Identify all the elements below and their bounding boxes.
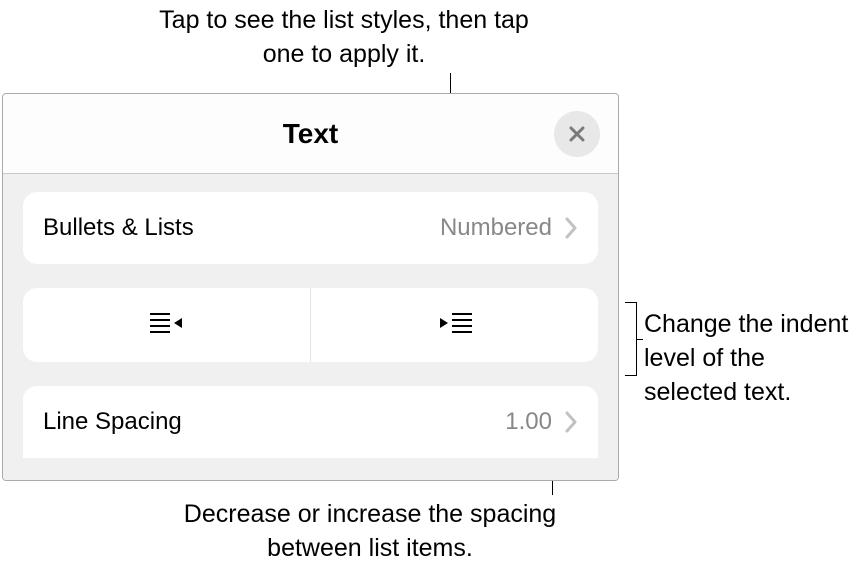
bullets-lists-value: Numbered (440, 214, 552, 242)
outdent-icon (150, 312, 184, 338)
annotation-list-styles: Tap to see the list styles, then tap one… (154, 4, 534, 72)
annotation-line-spacing: Decrease or increase the spacing between… (170, 498, 570, 566)
indent-button[interactable] (311, 288, 598, 362)
panel-title: Text (283, 118, 339, 150)
panel-header: Text (3, 94, 618, 174)
annotation-indent: Change the indent level of the selected … (644, 308, 854, 409)
bullets-lists-row[interactable]: Bullets & Lists Numbered (23, 192, 598, 264)
chevron-right-icon (564, 217, 578, 239)
line-spacing-label: Line Spacing (43, 408, 505, 436)
bullets-lists-label: Bullets & Lists (43, 214, 440, 242)
close-icon (567, 124, 587, 144)
panel-body: Bullets & Lists Numbered (3, 174, 618, 480)
line-spacing-row[interactable]: Line Spacing 1.00 (23, 386, 598, 458)
callout-bracket-right (625, 302, 637, 376)
text-format-panel: Text Bullets & Lists Numbered (2, 93, 619, 481)
close-button[interactable] (554, 111, 600, 157)
line-spacing-value: 1.00 (505, 408, 552, 436)
indent-icon (438, 312, 472, 338)
indent-buttons (23, 288, 598, 362)
outdent-button[interactable] (23, 288, 311, 362)
chevron-right-icon (564, 411, 578, 433)
